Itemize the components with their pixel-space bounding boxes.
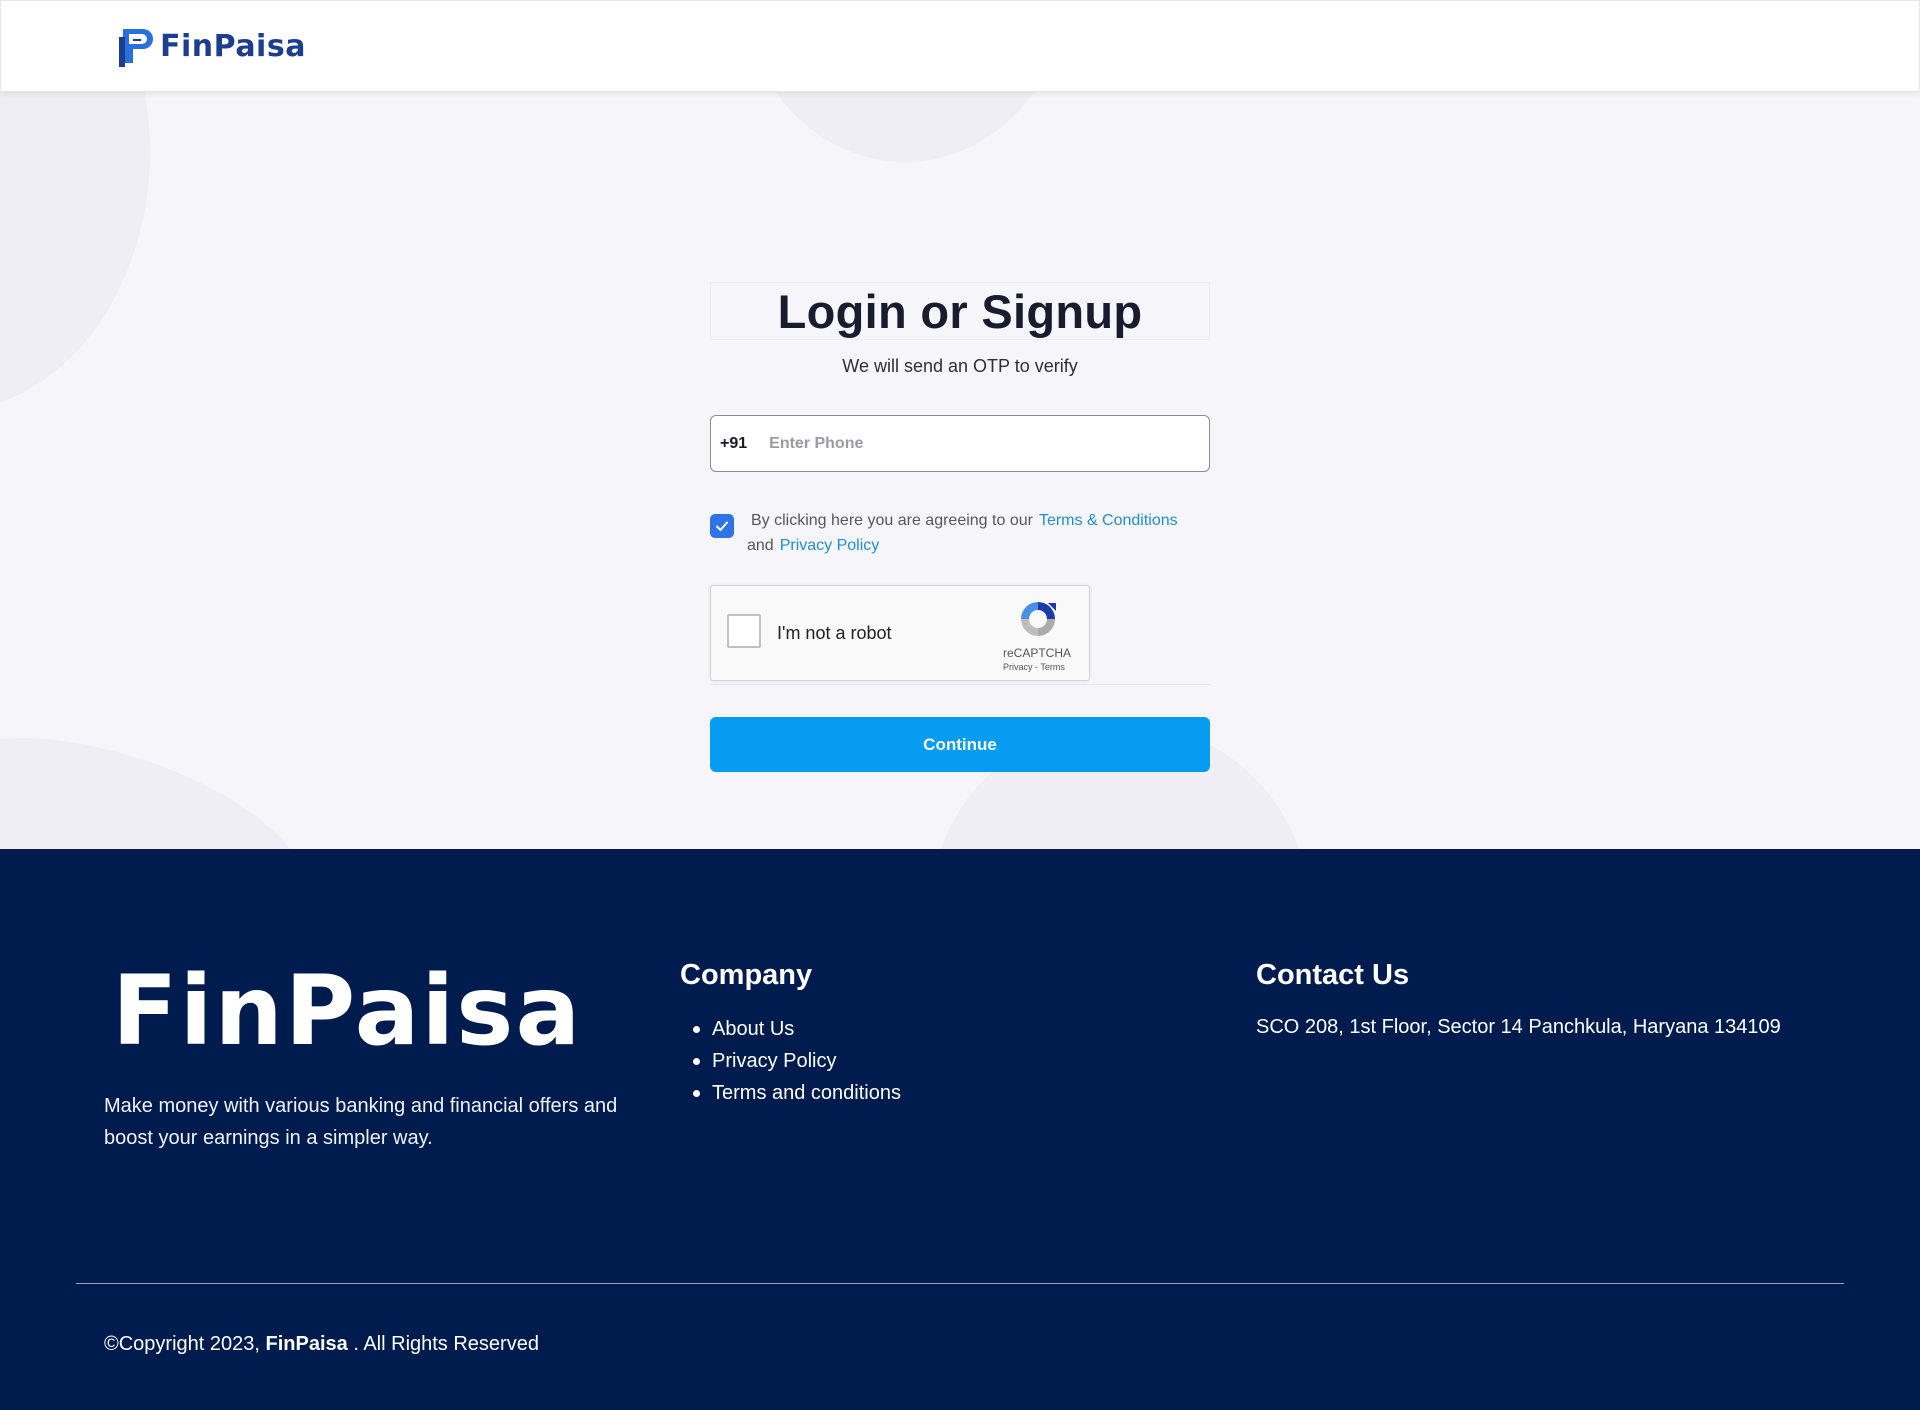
divider [710,684,1210,685]
footer-tagline: Make money with various banking and fina… [104,1095,618,1149]
contact-heading: Contact Us [1256,959,1410,991]
recaptcha-label: I'm not a robot [777,623,892,643]
and-text: and [747,537,774,554]
footer-logo[interactable]: FinPaisa [112,955,582,1067]
agree-text-line: and Privacy Policy [747,537,879,555]
site-header: FinPaisa [0,0,1920,92]
background-shape [0,92,150,412]
login-section: Login or Signup We will send an OTP to v… [0,92,1920,849]
company-heading: Company [680,959,813,991]
terms-link[interactable]: Terms & Conditions [1039,512,1178,529]
header-logo-text: FinPaisa [160,28,306,64]
footer-link-terms[interactable]: Terms and conditions [693,1077,901,1109]
country-code: +91 [720,434,748,452]
recaptcha-brand: reCAPTCHA [1003,646,1072,660]
title-box: Login or Signup [710,282,1210,340]
copyright-prefix: ©Copyright 2023, [104,1333,260,1355]
finpaisa-logo-icon [119,29,153,67]
continue-button[interactable]: Continue [710,717,1210,772]
site-footer: FinPaisa Make money with various banking… [0,849,1920,1410]
terms-agreement: By clicking here you are agreeing to our… [710,506,1210,555]
background-shape [0,710,337,849]
copyright-brand: FinPaisa [265,1333,348,1355]
footer-divider [76,1283,1844,1284]
copyright: ©Copyright 2023, FinPaisa . All Rights R… [104,1333,539,1356]
phone-field[interactable]: +91 [710,415,1210,472]
agree-text: By clicking here you are agreeing to our [751,512,1033,529]
page-title: Login or Signup [777,284,1143,338]
recaptcha-links[interactable]: Privacy - Terms [1003,662,1065,672]
footer-link-privacy[interactable]: Privacy Policy [693,1045,901,1077]
recaptcha-widget: I'm not a robot reCAPTCHA Privacy - Term… [710,585,1090,681]
recaptcha-logo-icon [1021,602,1056,636]
copyright-suffix: . All Rights Reserved [353,1333,539,1355]
login-form: Login or Signup We will send an OTP to v… [710,282,1210,772]
checkmark-icon [716,521,728,531]
page-subtitle: We will send an OTP to verify [842,356,1078,376]
agree-checkbox[interactable] [710,514,734,538]
header-logo[interactable]: FinPaisa [119,25,306,67]
company-links: About Us Privacy Policy Terms and condit… [693,1013,901,1109]
privacy-link[interactable]: Privacy Policy [780,537,880,554]
recaptcha-checkbox[interactable] [727,614,761,648]
background-shape [740,92,1070,162]
agree-text-line: By clicking here you are agreeing to our… [751,512,1178,530]
footer-link-about[interactable]: About Us [693,1013,901,1045]
phone-input[interactable] [769,434,1170,453]
contact-address: SCO 208, 1st Floor, Sector 14 Panchkula,… [1256,1016,1781,1038]
